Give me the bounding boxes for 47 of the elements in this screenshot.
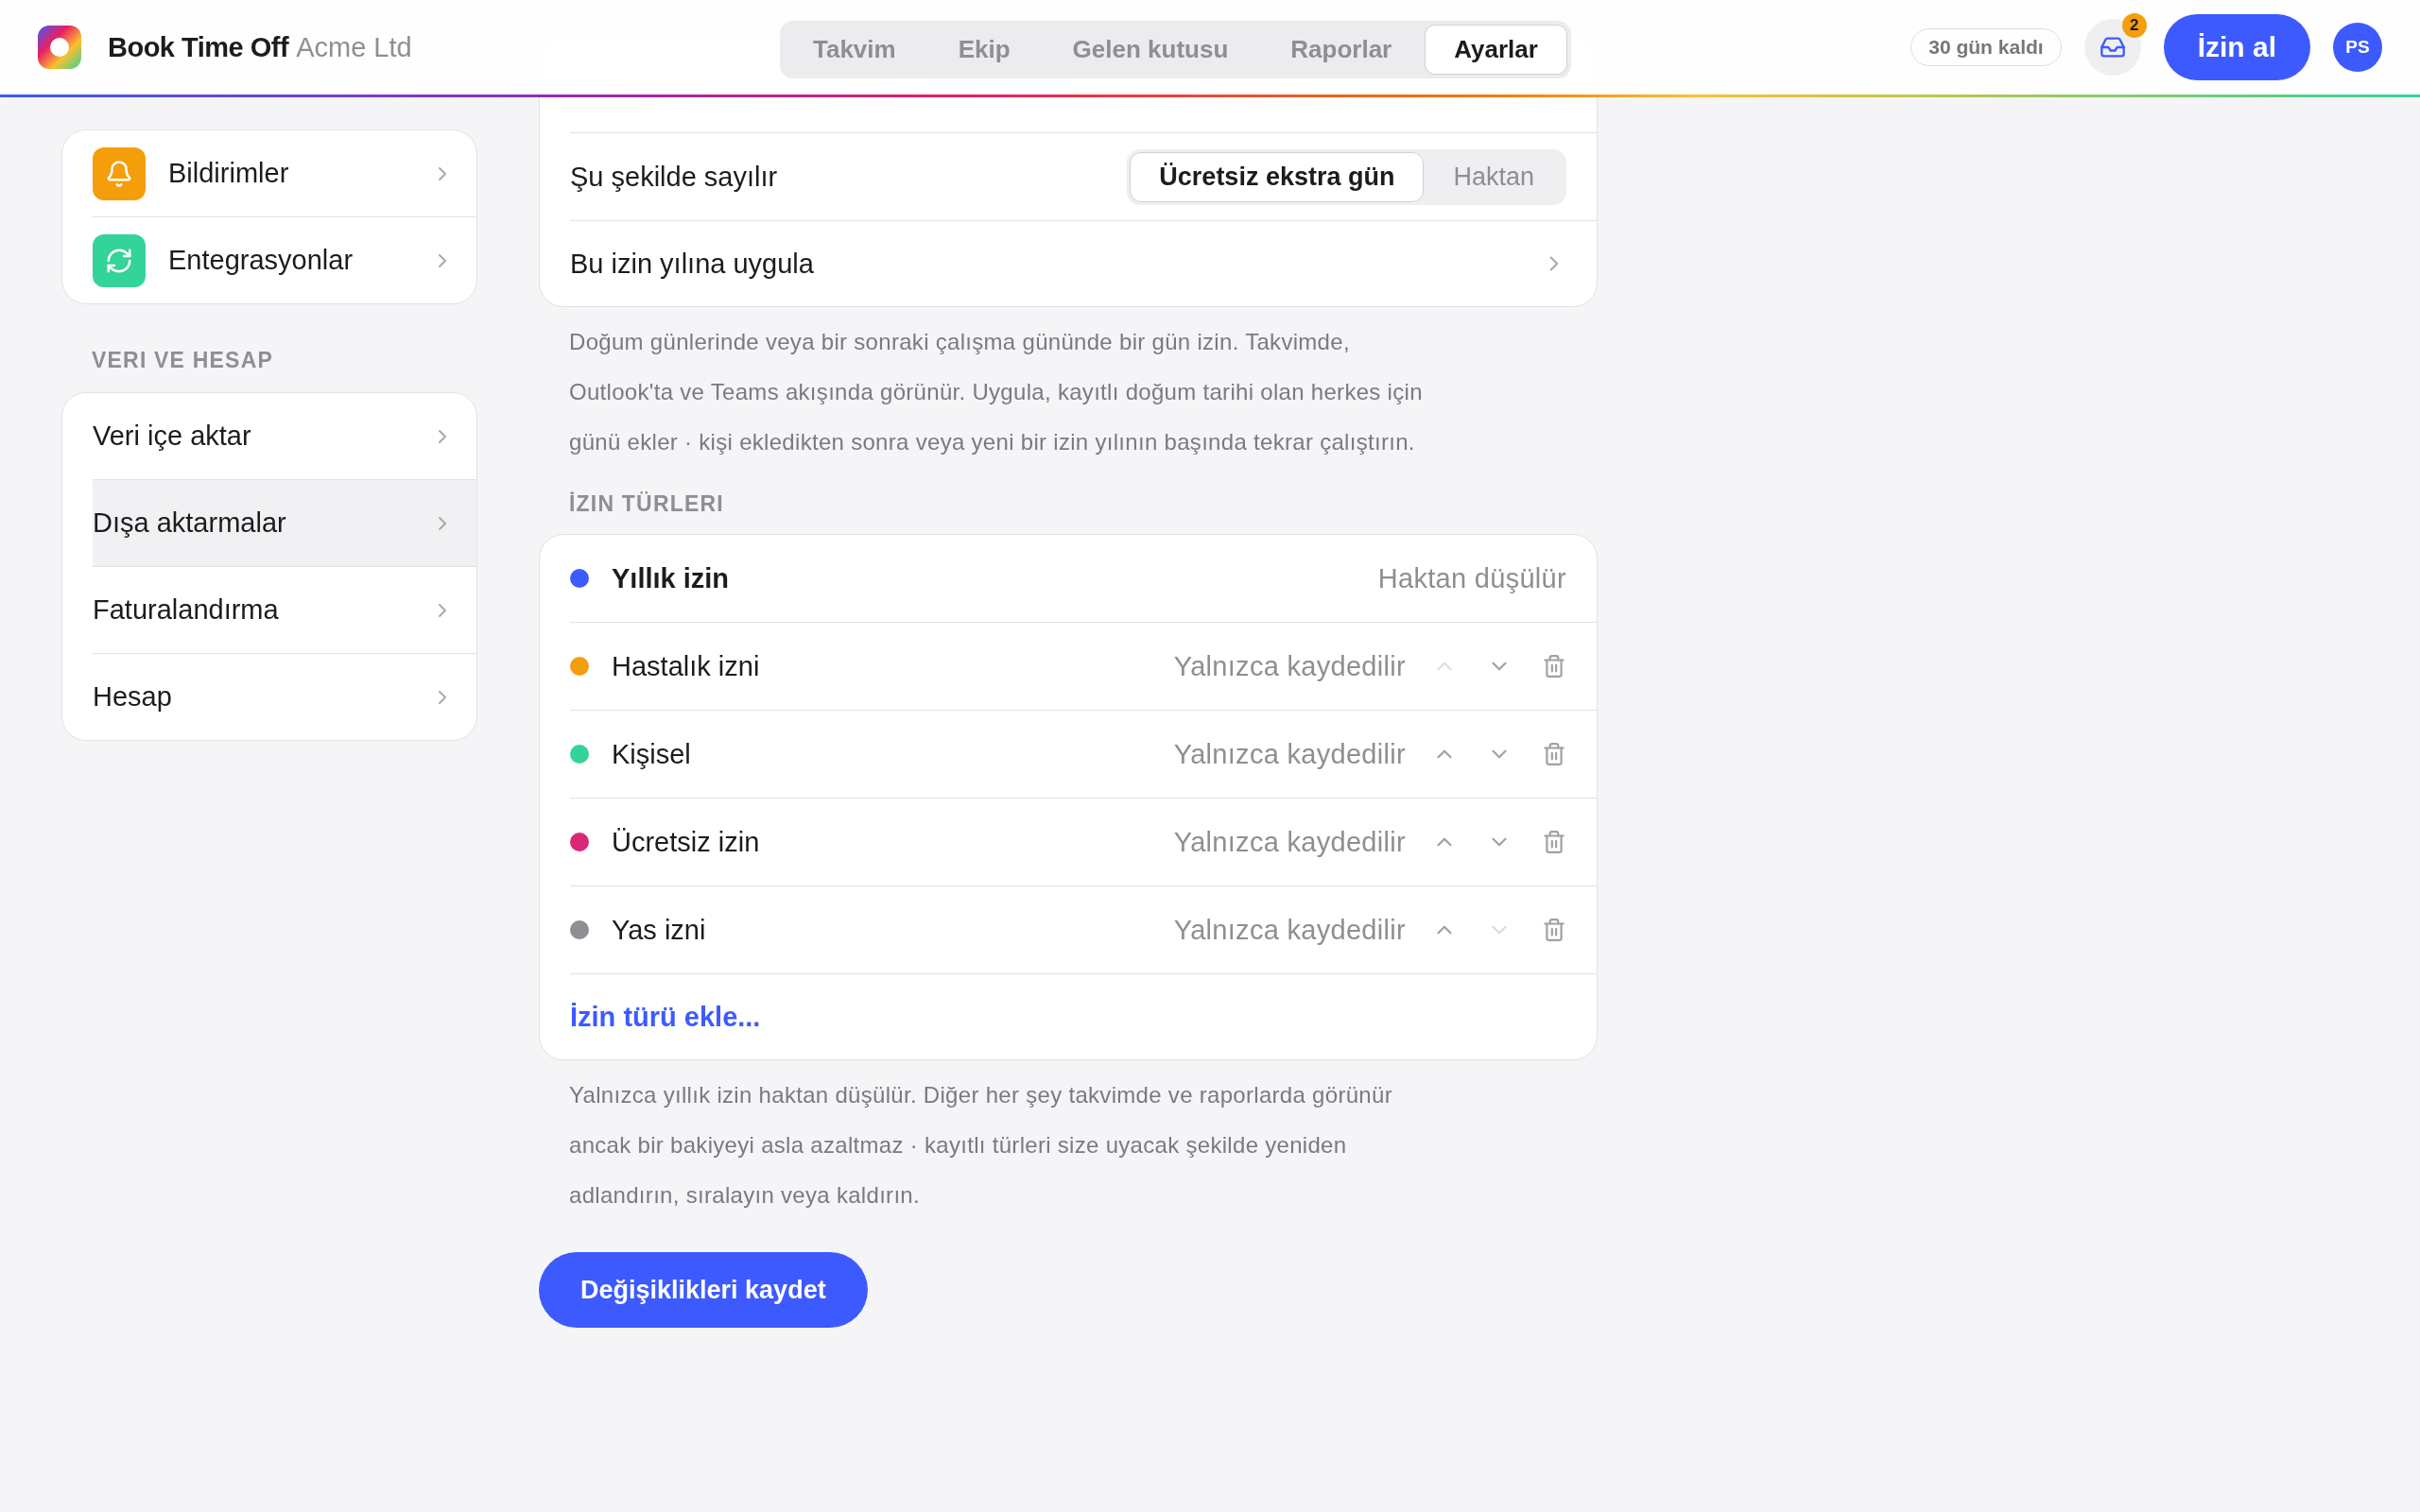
leave-type-status: Yalnızca kaydedilir [1173, 914, 1406, 946]
add-leave-type-link[interactable]: İzin türü ekle... [570, 1001, 761, 1033]
settings-item[interactable]: Entegrasyonlar [93, 216, 476, 303]
delete-button[interactable] [1542, 918, 1566, 942]
setting-label: Şu şekilde sayılır [570, 161, 779, 193]
notification-count: 2 [2121, 13, 2147, 38]
item-label: Dışa aktarmalar [93, 507, 287, 539]
leave-type-status: Yalnızca kaydedilir [1173, 738, 1406, 770]
section-title: İZIN TÜRLERI [568, 490, 725, 518]
leave-type-name: Yıllık izin [612, 562, 731, 594]
setting-label[interactable]: Bu izin yılına uygula [570, 248, 1523, 280]
save-changes-button[interactable]: Değişiklikleri kaydet [539, 1252, 868, 1328]
settings-item[interactable]: Veri içe aktar [93, 393, 476, 479]
trash-icon [1542, 830, 1566, 854]
help-text: Yalnızca yıllık izin haktan düşülür. Diğer her şey takvimde ve raporlarda görünür ancak bir bakiyeyi asla azaltmaz · kayıtlı türleri size uyacak şekilde yeniden adlandırın, sıralayın veya kaldırın. [568, 1081, 1393, 1210]
request-leave-button[interactable]: İzin al [2163, 14, 2310, 80]
trash-icon [1542, 918, 1566, 942]
leave-type-status: Yalnızca kaydedilir [1173, 826, 1406, 858]
delete-button[interactable] [1542, 654, 1566, 679]
organization-name: Acme Ltd [296, 31, 412, 63]
leave-type-name: Kişisel [612, 738, 692, 770]
user-avatar[interactable]: PS [2333, 23, 2382, 72]
app-logo-icon [38, 26, 81, 69]
delete-button[interactable] [1542, 742, 1566, 766]
settings-item[interactable]: Dışa aktarmalar [93, 479, 476, 566]
leave-type-status: Haktan düşülür [1377, 562, 1566, 594]
app-name: Book Time Off [108, 31, 289, 63]
leave-type-name: Ücretsiz izin [612, 826, 761, 858]
segment-option[interactable]: Ücretsiz ekstra gün [1130, 151, 1425, 202]
leave-type-name: Hastalık izni [612, 650, 761, 682]
leave-type-name: Yas izni [612, 914, 707, 946]
trash-icon [1542, 742, 1566, 766]
delete-button[interactable] [1542, 830, 1566, 854]
nav-tab[interactable]: Ayarlar [1425, 25, 1567, 75]
settings-item[interactable]: Faturalandırma [93, 566, 476, 653]
trash-icon [1542, 654, 1566, 679]
settings-item[interactable]: Hesap [93, 653, 476, 740]
item-label: Bildirimler [168, 158, 290, 189]
item-label: Faturalandırma [93, 594, 280, 626]
item-label: Entegrasyonlar [168, 245, 354, 276]
item-label: Hesap [93, 681, 173, 713]
help-text: Doğum günlerinde veya bir sonraki çalışma gününde bir gün izin. Takvimde, Outlook'ta ve Teams akışında görünür. Uygula, kayıtlı doğum tarihi olan herkes için günü ekler · kişi ekledikten sonra veya yeni bir izin yılının başında tekrar çalıştırın. [568, 328, 1424, 456]
settings-item[interactable]: Bildirimler [93, 130, 476, 216]
section-title: VERI VE HESAP [91, 347, 274, 374]
item-label: Veri içe aktar [93, 421, 252, 452]
leave-type-status: Yalnızca kaydedilir [1173, 650, 1406, 682]
bell-icon [105, 159, 133, 188]
